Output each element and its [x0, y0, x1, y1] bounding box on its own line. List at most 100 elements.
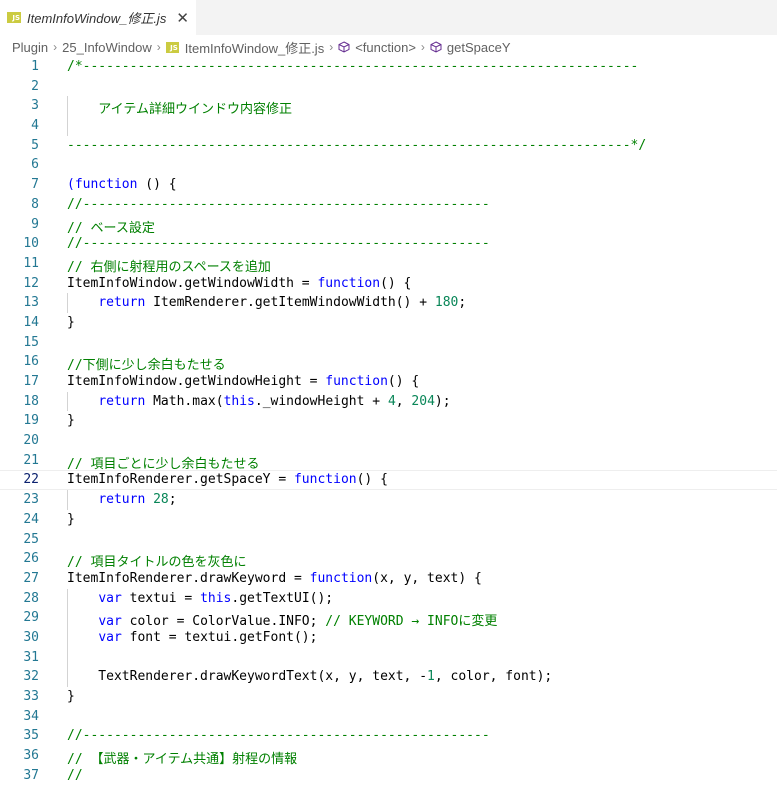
code-token: function [325, 374, 388, 389]
line-number: 16 [23, 354, 39, 370]
code-text: TextRenderer.drawKeywordText(x, y, text,… [67, 669, 552, 684]
code-line[interactable]: 35 //------------------------------------… [0, 726, 777, 746]
code-line[interactable]: 25 [0, 530, 777, 550]
code-token: var [98, 629, 122, 645]
code-editor[interactable]: 1 /*-------------------------------------… [0, 57, 777, 785]
line-number: 18 [23, 393, 39, 409]
code-token: 1 [427, 669, 435, 685]
code-line[interactable]: 1 /*-------------------------------------… [0, 57, 777, 77]
code-token: TextRenderer.drawKeywordText(x, y, text,… [67, 669, 428, 685]
indent-guide [67, 116, 68, 136]
code-line[interactable]: 4 [0, 116, 777, 136]
code-line[interactable]: 13 return ItemRenderer.getItemWindowWidt… [0, 293, 777, 313]
line-number: 6 [31, 157, 39, 173]
code-line[interactable]: 8 //-------------------------------------… [0, 195, 777, 215]
code-token: } [67, 413, 75, 429]
code-token: ; [458, 295, 467, 311]
code-token: // [67, 767, 83, 783]
code-line[interactable]: 30 var font = textui.getFont(); [0, 627, 777, 648]
code-line[interactable]: 24} [0, 510, 777, 530]
line-number: 31 [23, 649, 39, 665]
code-line[interactable]: 10 //------------------------------------… [0, 234, 777, 254]
code-line[interactable]: 34 [0, 707, 777, 727]
editor-tab[interactable]: JS ItemInfoWindow_修正.js ✕ [0, 0, 196, 35]
code-line[interactable]: 19} [0, 411, 777, 431]
code-token: () { [380, 275, 412, 291]
code-token: function [293, 472, 357, 488]
line-number: 8 [31, 196, 39, 212]
code-text: } [67, 413, 75, 428]
code-line[interactable]: 17 ItemInfoWindow.getWindowHeight = funct… [0, 372, 777, 392]
code-line[interactable]: 28 var textui = this.getTextUI(); [0, 588, 777, 609]
code-line[interactable]: 37 // [0, 766, 777, 785]
code-text: return 28; [67, 492, 176, 508]
breadcrumb-folder-plugin[interactable]: Plugin [12, 40, 48, 55]
code-line[interactable]: 20 [0, 431, 777, 451]
code-text: var font = textui.getFont(); [67, 630, 317, 645]
code-line[interactable]: 12 ItemInfoWindow.getWindowWidth = functi… [0, 274, 777, 294]
code-line[interactable]: 23 return 28; [0, 490, 777, 510]
code-token: //--------------------------------------… [67, 236, 490, 252]
code-token: this [223, 393, 255, 409]
code-token: } [67, 689, 75, 704]
breadcrumb-function[interactable]: <function> [355, 40, 416, 55]
chevron-right-icon: › [329, 40, 334, 54]
code-text: // 項目ごとに少し余白もたせる [67, 453, 259, 472]
breadcrumb-file[interactable]: ItemInfoWindow_修正.js [185, 38, 324, 57]
code-line[interactable]: 22 ItemInfoRenderer.getSpaceY = function(… [0, 470, 777, 491]
code-text: ItemInfoWindow.getWindowHeight = functio… [67, 374, 419, 389]
code-token: //--------------------------------------… [67, 196, 490, 212]
code-line[interactable]: 14} [0, 313, 777, 333]
code-line[interactable]: 26 // 項目タイトルの色を灰色に [0, 549, 777, 570]
close-icon[interactable]: ✕ [176, 9, 189, 27]
line-number: 28 [23, 590, 39, 606]
line-number: 24 [23, 511, 39, 527]
code-line[interactable]: 11 // 右側に射程用のスペースを追加 [0, 254, 777, 275]
code-line[interactable]: 33} [0, 687, 777, 707]
breadcrumb-folder-infowindow[interactable]: 25_InfoWindow [62, 40, 152, 55]
code-token: Math.max( [145, 393, 224, 409]
code-line[interactable]: 15 [0, 333, 777, 353]
line-number: 1 [31, 59, 39, 74]
line-number: 2 [31, 78, 39, 94]
line-number: 19 [23, 413, 39, 429]
code-line[interactable]: 36 // 【武器・アイテム共通】射程の情報 [0, 746, 777, 767]
code-line[interactable]: 31 [0, 647, 777, 668]
code-line[interactable]: 21 // 項目ごとに少し余白もたせる [0, 451, 777, 472]
breadcrumb-method[interactable]: getSpaceY [447, 40, 511, 55]
code-token: textui = [121, 590, 201, 606]
code-token: 204 [411, 393, 435, 409]
chevron-right-icon: › [53, 40, 58, 54]
code-line[interactable]: 27 ItemInfoRenderer.drawKeyword = functio… [0, 569, 777, 589]
code-line[interactable]: 3 アイテム詳細ウインドウ内容修正 [0, 96, 777, 117]
code-token: //--------------------------------------… [67, 728, 490, 744]
code-text: } [67, 315, 75, 330]
code-token: 28 [153, 492, 169, 508]
line-number: 4 [31, 118, 39, 134]
code-token: ._windowHeight + [254, 393, 388, 409]
code-token: 4 [387, 393, 396, 409]
line-number: 27 [23, 570, 39, 586]
code-token: () { [137, 177, 177, 193]
code-line[interactable]: 2 [0, 77, 777, 97]
tab-title: ItemInfoWindow_修正.js [27, 11, 167, 26]
line-number: 21 [23, 452, 39, 468]
code-line[interactable]: 9 // ベース設定 [0, 215, 777, 236]
code-text: } [67, 512, 75, 527]
code-line[interactable]: 32 TextRenderer.drawKeywordText(x, y, te… [0, 667, 777, 687]
code-token: (x, y, text) { [372, 570, 482, 586]
code-token: font = textui.getFont(); [121, 629, 318, 645]
code-line[interactable]: 5 ---------------------------------------… [0, 136, 777, 156]
code-line[interactable]: 6 [0, 155, 777, 175]
line-number: 34 [23, 708, 39, 724]
code-line[interactable]: 16 //下側に少し余白もたせる [0, 352, 777, 373]
code-token: function [317, 275, 381, 291]
code-line[interactable]: 7 (function () { [0, 175, 777, 195]
line-number: 17 [23, 374, 39, 389]
code-line[interactable]: 18 return Math.max(this._windowHeight + … [0, 391, 777, 412]
code-line[interactable]: 29 var color = ColorValue.INFO; // KEYWO… [0, 608, 777, 629]
code-text: //--------------------------------------… [67, 236, 490, 251]
code-token: } [67, 511, 75, 527]
line-number: 3 [31, 98, 39, 114]
code-token: .getTextUI(); [231, 590, 334, 606]
